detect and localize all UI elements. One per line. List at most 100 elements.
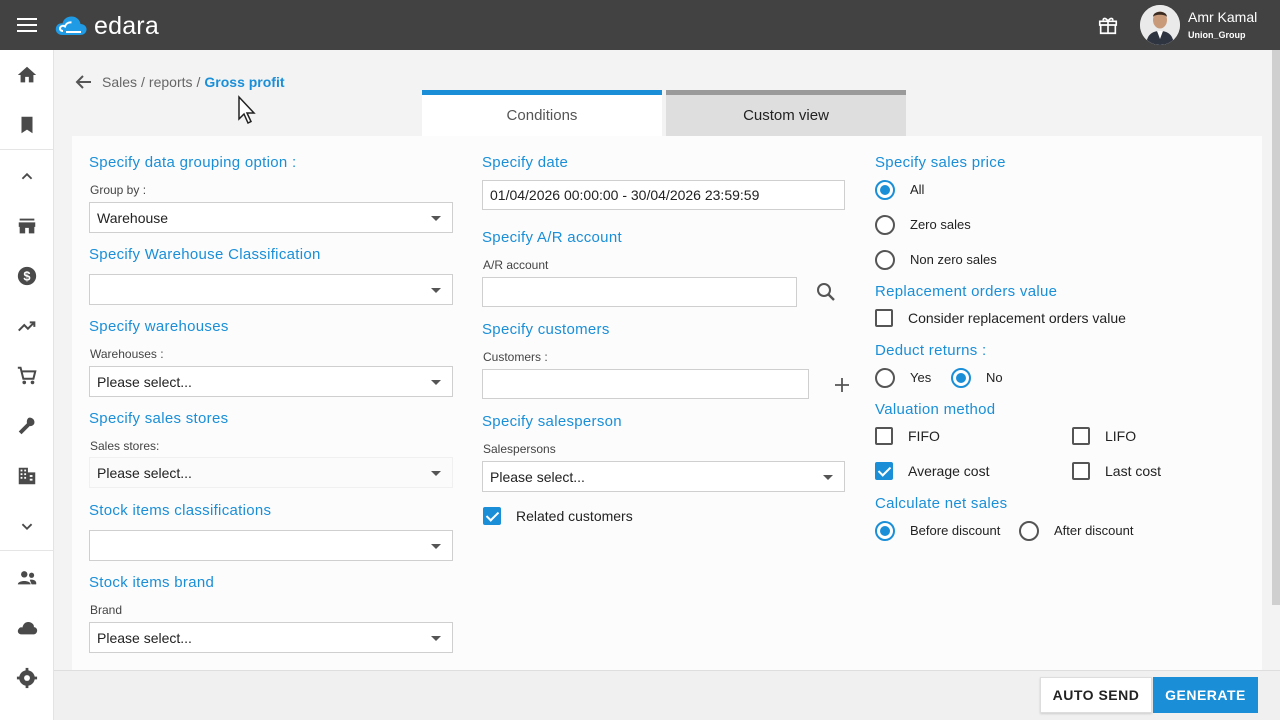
replacement-label: Consider replacement orders value	[908, 310, 1126, 326]
valuation-lifo-checkbox[interactable]	[1072, 427, 1090, 445]
chevron-down-icon[interactable]	[0, 506, 54, 546]
net-sales-after-label: After discount	[1054, 523, 1134, 538]
user-avatar[interactable]	[1140, 5, 1180, 45]
breadcrumb-current: Gross profit	[204, 74, 285, 90]
stock-class-select[interactable]	[89, 530, 453, 561]
sales-stores-select[interactable]: Please select...	[89, 457, 453, 488]
customers-input[interactable]	[482, 369, 809, 399]
bookmark-icon[interactable]	[0, 105, 54, 145]
customers-label: Customers :	[483, 350, 548, 364]
breadcrumb-reports[interactable]: reports	[149, 74, 193, 90]
valuation-title: Valuation method	[875, 401, 996, 418]
cloud-icon[interactable]	[0, 608, 54, 648]
generate-button[interactable]: GENERATE	[1153, 677, 1258, 713]
user-group: Union_Group	[1188, 30, 1246, 40]
back-arrow-icon[interactable]	[74, 72, 94, 92]
brand-value: Please select...	[97, 629, 192, 646]
brand-label: Brand	[90, 603, 123, 617]
deduct-returns-yes-radio[interactable]	[875, 368, 895, 388]
sales-price-nonzero-label: Non zero sales	[910, 252, 997, 267]
user-name[interactable]: Amr Kamal	[1188, 9, 1257, 25]
search-icon[interactable]	[815, 281, 837, 303]
caret-down-icon	[431, 216, 441, 221]
valuation-lifo-label: LIFO	[1105, 428, 1137, 444]
sales-stores-value: Please select...	[97, 464, 192, 481]
sales-stores-title: Specify sales stores	[89, 410, 229, 427]
svg-text:$: $	[23, 269, 30, 284]
warehouses-select[interactable]: Please select...	[89, 366, 453, 397]
warehouses-label: Warehouses :	[90, 347, 164, 361]
ar-account-input[interactable]	[482, 277, 797, 307]
related-customers-checkbox[interactable]	[483, 507, 501, 525]
settings-gear-icon[interactable]	[0, 658, 54, 698]
salespersons-label: Salespersons	[483, 442, 556, 456]
dollar-icon[interactable]: $	[0, 256, 54, 296]
building-icon[interactable]	[0, 456, 54, 496]
related-customers-label: Related customers	[516, 508, 633, 524]
caret-down-icon	[431, 471, 441, 476]
warehouse-class-select[interactable]	[89, 274, 453, 305]
breadcrumb-separator: /	[196, 74, 201, 90]
deduct-returns-no-label: No	[986, 370, 1003, 385]
net-sales-before-label: Before discount	[910, 523, 1001, 538]
valuation-fifo-checkbox[interactable]	[875, 427, 893, 445]
date-range-value: 01/04/2026 00:00:00 - 30/04/2026 23:59:5…	[490, 187, 760, 203]
valuation-average-label: Average cost	[908, 463, 990, 479]
date-range-input[interactable]: 01/04/2026 00:00:00 - 30/04/2026 23:59:5…	[482, 180, 845, 210]
replacement-checkbox[interactable]	[875, 309, 893, 327]
app-name: edara	[94, 11, 159, 40]
sales-price-zero-label: Zero sales	[910, 217, 971, 232]
tab-conditions[interactable]: Conditions	[422, 90, 662, 136]
sales-price-all-radio[interactable]	[875, 180, 895, 200]
brand-select[interactable]: Please select...	[89, 622, 453, 653]
sidebar: $	[0, 50, 54, 720]
store-icon[interactable]	[0, 206, 54, 246]
app-logo[interactable]: edara	[54, 11, 159, 41]
customers-title: Specify customers	[482, 321, 610, 338]
salespersons-value: Please select...	[490, 468, 585, 485]
warehouses-value: Please select...	[97, 373, 192, 390]
valuation-last-cost-label: Last cost	[1105, 463, 1162, 479]
avatar-icon	[1140, 5, 1180, 45]
valuation-average-checkbox[interactable]	[875, 462, 893, 480]
auto-send-button[interactable]: AUTO SEND	[1040, 677, 1152, 713]
net-sales-after-radio[interactable]	[1019, 521, 1039, 541]
net-sales-before-radio[interactable]	[875, 521, 895, 541]
sales-stores-label: Sales stores:	[90, 439, 160, 453]
sales-price-zero-radio[interactable]	[875, 215, 895, 235]
warehouse-class-title: Specify Warehouse Classification	[89, 246, 321, 263]
top-bar: edara Amr Kamal Union_Group	[0, 0, 1280, 50]
sales-price-all-label: All	[910, 182, 925, 197]
valuation-last-cost-checkbox[interactable]	[1072, 462, 1090, 480]
chevron-up-icon[interactable]	[0, 156, 54, 196]
trending-up-icon[interactable]	[0, 306, 54, 346]
group-by-select[interactable]: Warehouse	[89, 202, 453, 233]
ar-account-title: Specify A/R account	[482, 229, 622, 246]
grouping-title: Specify data grouping option :	[89, 154, 297, 171]
valuation-fifo-label: FIFO	[908, 428, 940, 444]
caret-down-icon	[823, 475, 833, 480]
cart-icon[interactable]	[0, 356, 54, 396]
salespersons-select[interactable]: Please select...	[482, 461, 845, 492]
salesperson-title: Specify salesperson	[482, 413, 622, 430]
deduct-returns-yes-label: Yes	[910, 370, 932, 385]
add-icon[interactable]	[831, 374, 853, 396]
deduct-returns-no-radio[interactable]	[951, 368, 971, 388]
deduct-returns-title: Deduct returns :	[875, 342, 987, 359]
net-sales-title: Calculate net sales	[875, 495, 1008, 512]
caret-down-icon	[431, 636, 441, 641]
page-scrollbar[interactable]	[1272, 50, 1280, 605]
sales-price-nonzero-radio[interactable]	[875, 250, 895, 270]
breadcrumb-sales[interactable]: Sales	[102, 74, 137, 90]
stock-class-title: Stock items classifications	[89, 502, 272, 519]
people-icon[interactable]	[0, 558, 54, 598]
wrench-icon[interactable]	[0, 406, 54, 446]
menu-icon[interactable]	[17, 18, 37, 32]
tab-custom-view[interactable]: Custom view	[666, 90, 906, 136]
date-title: Specify date	[482, 154, 569, 171]
warehouses-title: Specify warehouses	[89, 318, 229, 335]
breadcrumb-separator: /	[141, 74, 145, 90]
gift-icon[interactable]	[1097, 14, 1119, 36]
home-icon[interactable]	[0, 55, 54, 95]
replacement-title: Replacement orders value	[875, 283, 1058, 300]
